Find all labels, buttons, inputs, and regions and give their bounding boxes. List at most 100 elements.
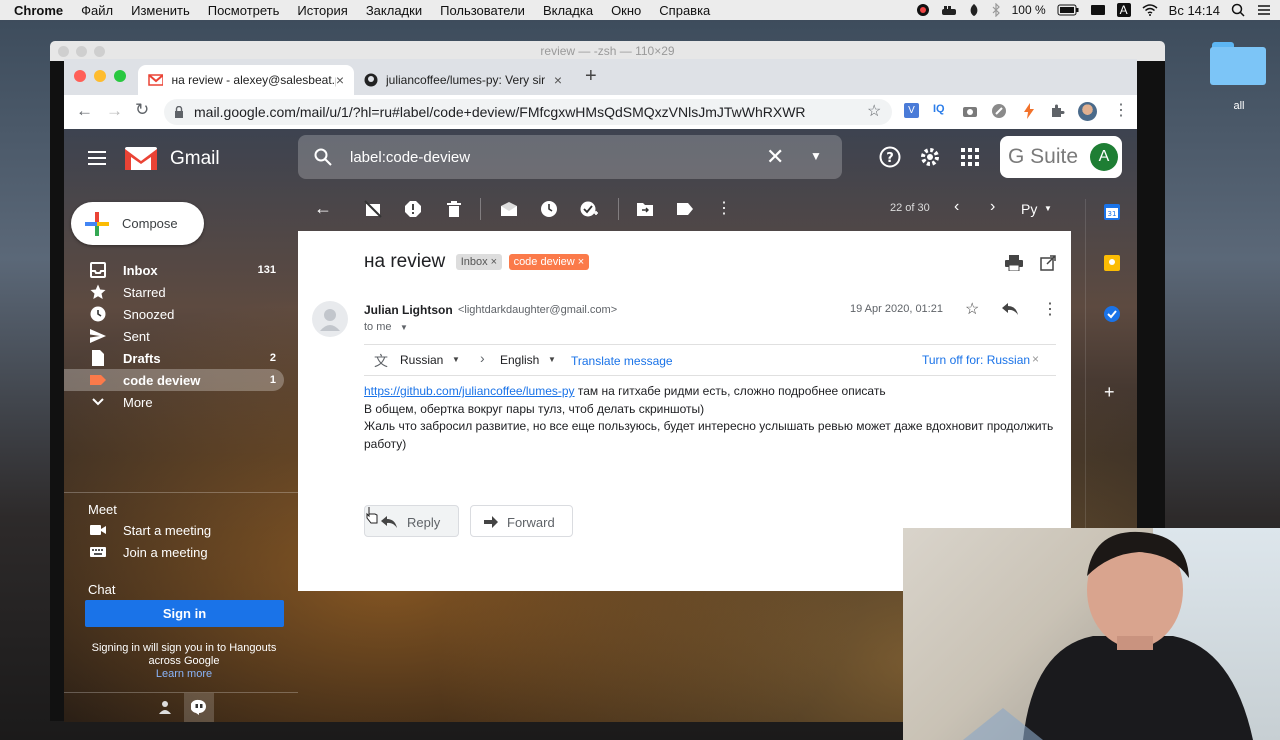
search-input[interactable]: label:code-deview <box>350 149 470 166</box>
nav-item-more[interactable]: More <box>64 391 284 413</box>
extension-iq-icon[interactable]: IQ <box>933 103 945 115</box>
tab-close-icon[interactable]: × <box>554 72 562 88</box>
labels-tag-icon[interactable] <box>676 202 694 216</box>
meet-start-meeting[interactable]: Start a meeting <box>64 519 284 541</box>
spotlight-search-icon[interactable] <box>1231 3 1245 17</box>
chrome-menu-icon[interactable]: ⋮ <box>1113 100 1129 120</box>
account-avatar[interactable]: A <box>1090 143 1118 171</box>
menu-bookmarks[interactable]: Закладки <box>357 3 431 18</box>
extension-bolt-icon[interactable] <box>1023 103 1035 119</box>
apps-grid-icon[interactable] <box>960 147 980 167</box>
chat-sign-in-button[interactable]: Sign in <box>85 600 284 627</box>
message-more-icon[interactable]: ⋮ <box>1042 299 1058 319</box>
nav-item-sent[interactable]: Sent <box>64 325 284 347</box>
github-link[interactable]: https://github.com/juliancoffee/lumes-py <box>364 384 575 398</box>
sender-name[interactable]: Julian Lightson <box>364 303 453 317</box>
nav-item-drafts[interactable]: Drafts 2 <box>64 347 284 369</box>
label-chip-code-deview[interactable]: code deview × <box>508 254 590 270</box>
show-details-caret-icon[interactable]: ▼ <box>400 323 408 332</box>
extensions-puzzle-icon[interactable] <box>1049 103 1065 119</box>
docker-icon[interactable] <box>941 3 957 17</box>
nav-item-code-deview[interactable]: code deview 1 <box>64 369 284 391</box>
menu-history[interactable]: История <box>288 3 356 18</box>
bookmark-star-icon[interactable]: ☆ <box>867 101 881 121</box>
tasks-icon[interactable] <box>1104 306 1120 322</box>
source-language-select[interactable]: Russian <box>400 353 443 367</box>
turn-off-translation-link[interactable]: Turn off for: Russian <box>922 353 1030 367</box>
window-close-button[interactable] <box>74 70 86 82</box>
menu-clock[interactable]: Вс 14:14 <box>1169 3 1220 18</box>
menu-view[interactable]: Посмотреть <box>199 3 289 18</box>
main-menu-icon[interactable] <box>88 151 106 165</box>
clear-search-icon[interactable]: ✕ <box>766 144 784 170</box>
help-icon[interactable]: ? <box>879 146 901 168</box>
gmail-logo-text[interactable]: Gmail <box>170 148 220 170</box>
menu-edit[interactable]: Изменить <box>122 3 199 18</box>
search-bar[interactable]: label:code-deview ✕ ▼ <box>298 135 842 179</box>
archive-icon[interactable] <box>364 200 382 218</box>
input-tools-button[interactable]: Ру <box>1021 201 1037 217</box>
desktop-folder-label[interactable]: all <box>1222 100 1256 112</box>
gmail-logo-icon[interactable] <box>124 145 158 171</box>
close-translate-bar-icon[interactable]: × <box>1032 352 1039 366</box>
reply-arrow-icon[interactable] <box>1002 302 1018 316</box>
compose-button[interactable]: Compose <box>71 202 204 245</box>
tab-gmail[interactable]: на review - alexey@salesbeat.p × <box>138 65 354 95</box>
nav-item-starred[interactable]: Starred <box>64 281 284 303</box>
sender-avatar[interactable] <box>312 301 348 337</box>
extension-v-icon[interactable]: V <box>904 103 919 118</box>
forward-arrow-icon[interactable]: → <box>106 101 123 121</box>
target-language-caret-icon[interactable]: ▼ <box>548 355 556 364</box>
newer-chevron-icon[interactable]: ‹ <box>954 198 959 216</box>
nav-item-snoozed[interactable]: Snoozed <box>64 303 284 325</box>
keep-notes-icon[interactable] <box>1104 255 1120 271</box>
menu-help[interactable]: Справка <box>650 3 719 18</box>
star-message-icon[interactable]: ☆ <box>965 299 979 319</box>
status-app-icon[interactable] <box>916 3 930 17</box>
calendar-icon[interactable]: 31 <box>1104 204 1120 220</box>
report-spam-icon[interactable] <box>404 200 422 218</box>
search-options-caret-icon[interactable]: ▼ <box>810 149 822 163</box>
settings-gear-icon[interactable] <box>919 146 941 168</box>
menu-file[interactable]: Файл <box>72 3 122 18</box>
menu-users[interactable]: Пользователи <box>431 3 534 18</box>
window-minimize-button[interactable] <box>94 70 106 82</box>
open-in-new-window-icon[interactable] <box>1040 255 1056 271</box>
address-bar[interactable]: mail.google.com/mail/u/1/?hl=ru#label/co… <box>164 99 892 125</box>
add-to-tasks-icon[interactable] <box>580 200 598 218</box>
input-source[interactable]: A <box>1116 3 1131 17</box>
sender-email[interactable]: <lightdarkdaughter@gmail.com> <box>458 304 617 316</box>
delete-trash-icon[interactable] <box>446 200 462 218</box>
camera-extension-icon[interactable] <box>962 104 978 118</box>
tab-github[interactable]: juliancoffee/lumes-py: Very sir × <box>354 65 572 95</box>
mark-unread-icon[interactable] <box>500 201 518 217</box>
hangouts-tab[interactable] <box>184 693 214 722</box>
older-chevron-icon[interactable]: › <box>990 198 995 216</box>
back-arrow-icon[interactable]: ← <box>76 101 93 121</box>
back-to-list-arrow-icon[interactable]: ← <box>314 198 332 219</box>
meet-join-meeting[interactable]: Join a meeting <box>64 541 284 563</box>
label-chip-inbox[interactable]: Inbox × <box>455 254 503 270</box>
snooze-clock-icon[interactable] <box>540 200 558 218</box>
translate-message-link[interactable]: Translate message <box>571 354 673 368</box>
recipient-summary[interactable]: to me <box>364 321 392 333</box>
extension-compass-icon[interactable] <box>991 103 1007 119</box>
menu-tab[interactable]: Вкладка <box>534 3 602 18</box>
keyboard-icon[interactable] <box>1090 4 1106 16</box>
battery-icon[interactable] <box>1057 4 1079 16</box>
reply-button[interactable]: Reply <box>364 505 459 537</box>
bluetooth-icon[interactable] <box>991 3 1001 17</box>
print-icon[interactable] <box>1005 255 1023 271</box>
profile-avatar[interactable] <box>1078 102 1097 121</box>
nav-item-inbox[interactable]: Inbox 131 <box>64 259 284 281</box>
input-tools-caret-icon[interactable]: ▼ <box>1044 204 1052 213</box>
control-center-icon[interactable] <box>1256 3 1272 17</box>
contacts-person-icon[interactable] <box>158 700 172 714</box>
menu-app-name[interactable]: Chrome <box>0 3 72 18</box>
source-language-caret-icon[interactable]: ▼ <box>452 355 460 364</box>
desktop-folder-icon[interactable] <box>1210 42 1268 86</box>
terminal-window-titlebar[interactable]: review — -zsh — 110×29 <box>50 41 1165 61</box>
menu-window[interactable]: Окно <box>602 3 650 18</box>
forward-button[interactable]: Forward <box>470 505 573 537</box>
gsuite-account-area[interactable]: G Suite A <box>1000 136 1122 178</box>
